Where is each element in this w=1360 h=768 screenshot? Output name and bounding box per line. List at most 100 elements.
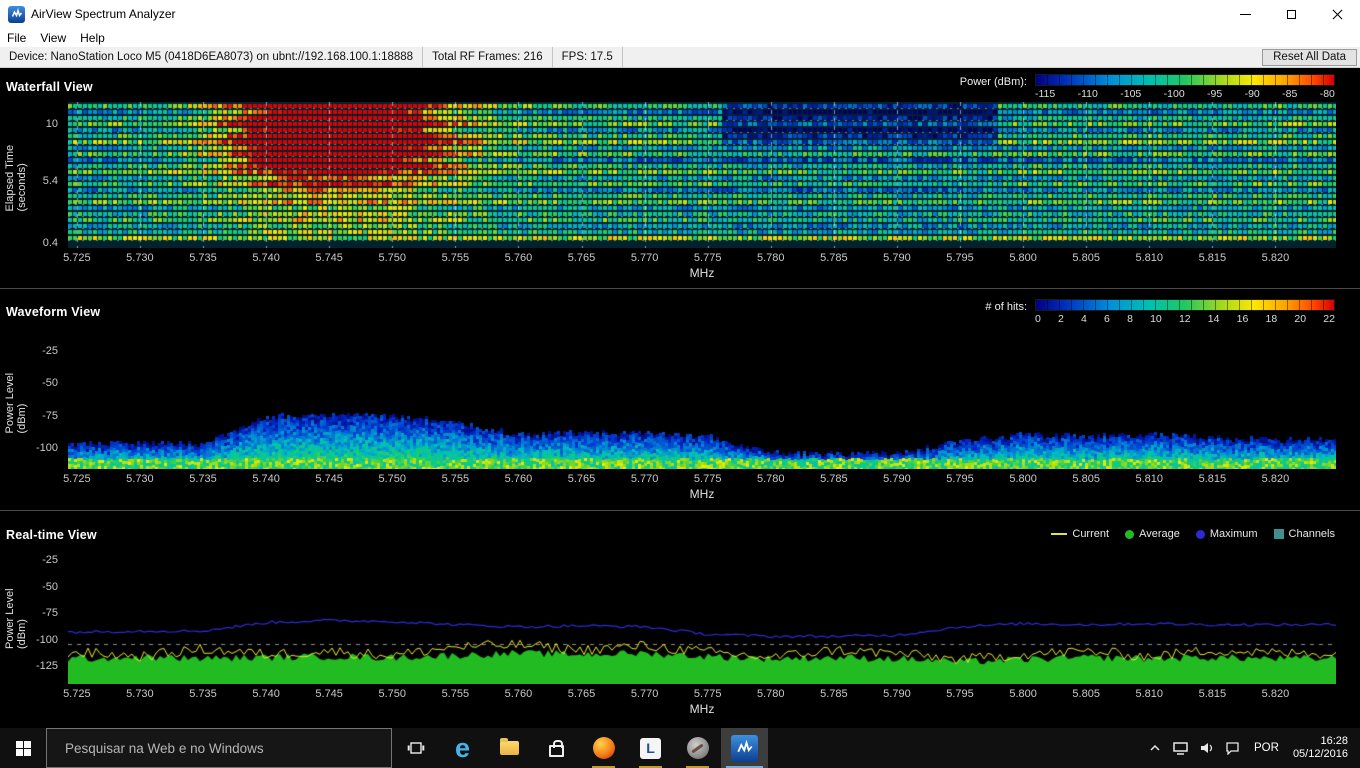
waterfall-panel: Waterfall View Power (dBm): -115-110-105…	[0, 68, 1360, 288]
power-tick: -90	[1245, 88, 1260, 100]
menu-view[interactable]: View	[33, 31, 73, 45]
freq-tick: 5.735	[189, 473, 217, 485]
edge-browser-button[interactable]: e	[439, 728, 486, 768]
freq-tick: 5.790	[883, 688, 911, 700]
freq-tick: 5.800	[1009, 473, 1037, 485]
hits-tick: 22	[1323, 313, 1335, 325]
task-view-button[interactable]	[392, 728, 439, 768]
toolbar: Device: NanoStation Loco M5 (0418D6EA807…	[0, 47, 1360, 68]
store-bag-icon	[549, 745, 564, 757]
menu-file[interactable]: File	[0, 31, 33, 45]
waterfall-title: Waterfall View	[6, 80, 93, 94]
y-tick: -25	[42, 554, 58, 566]
l-app-button[interactable]: L	[627, 728, 674, 768]
power-gradient-bar	[1035, 74, 1335, 86]
freq-tick: 5.805	[1072, 688, 1100, 700]
y-tick: -100	[36, 634, 58, 646]
letter-l-icon: L	[640, 738, 661, 759]
minimize-button[interactable]	[1222, 0, 1268, 28]
notification-bubble-icon	[1226, 742, 1240, 755]
power-tick: -85	[1282, 88, 1297, 100]
realtime-panel: Real-time View CurrentAverageMaximumChan…	[0, 510, 1360, 728]
maximize-icon	[1287, 10, 1296, 19]
freq-tick: 5.810	[1136, 688, 1164, 700]
volume-tray-button[interactable]	[1194, 728, 1220, 768]
freq-tick: 5.750	[378, 252, 406, 264]
main-content: Waterfall View Power (dBm): -115-110-105…	[0, 68, 1360, 728]
power-tick: -95	[1207, 88, 1222, 100]
freq-tick: 5.780	[757, 473, 785, 485]
freq-tick: 5.755	[442, 688, 470, 700]
paint-app-icon	[687, 737, 709, 759]
windows-logo-icon	[16, 741, 31, 756]
hits-tick: 8	[1127, 313, 1133, 325]
freq-tick: 5.795	[946, 473, 974, 485]
freq-tick: 5.740	[252, 473, 280, 485]
freq-tick: 5.725	[63, 473, 91, 485]
language-indicator[interactable]: POR	[1246, 742, 1287, 754]
start-button[interactable]	[0, 728, 46, 768]
freq-tick: 5.765	[568, 473, 596, 485]
freq-tick: 5.765	[568, 688, 596, 700]
realtime-title: Real-time View	[6, 528, 97, 542]
hits-tick: 14	[1208, 313, 1220, 325]
paint-app-button[interactable]	[674, 728, 721, 768]
freq-tick: 5.785	[820, 688, 848, 700]
airview-taskbar-button[interactable]	[721, 728, 768, 768]
legend-swatch-current	[1051, 533, 1067, 535]
tray-expand-button[interactable]	[1142, 728, 1168, 768]
freq-tick: 5.820	[1262, 473, 1290, 485]
hits-tick: 10	[1150, 313, 1162, 325]
menubar: FileViewHelp	[0, 28, 1360, 47]
close-button[interactable]	[1314, 0, 1360, 28]
freq-tick: 5.770	[631, 473, 659, 485]
chevron-up-icon	[1149, 743, 1161, 753]
file-explorer-button[interactable]	[486, 728, 533, 768]
store-button[interactable]	[533, 728, 580, 768]
power-colorbar-ticks: -115-110-105-100-95-90-85-80	[1035, 88, 1335, 100]
power-tick: -115	[1035, 88, 1055, 100]
network-tray-button[interactable]	[1168, 728, 1194, 768]
orange-ball-app-button[interactable]	[580, 728, 627, 768]
legend-maximum: Maximum	[1196, 528, 1258, 540]
freq-tick: 5.740	[252, 252, 280, 264]
freq-tick: 5.800	[1009, 688, 1037, 700]
titlebar: AirView Spectrum Analyzer	[0, 0, 1360, 28]
freq-tick: 5.760	[505, 688, 533, 700]
action-center-button[interactable]	[1220, 728, 1246, 768]
system-tray: POR 16:28 05/12/2016	[1142, 728, 1360, 768]
freq-tick: 5.810	[1136, 252, 1164, 264]
taskbar-search[interactable]	[46, 728, 392, 768]
reset-all-data-button[interactable]: Reset All Data	[1262, 49, 1357, 66]
window-title: AirView Spectrum Analyzer	[31, 7, 176, 21]
hits-tick: 12	[1179, 313, 1191, 325]
freq-tick: 5.725	[63, 688, 91, 700]
freq-tick: 5.780	[757, 688, 785, 700]
waterfall-plot-area: Elapsed Time (seconds) 105.40.4	[0, 102, 1360, 248]
menu-help[interactable]: Help	[73, 31, 112, 45]
power-tick: -105	[1120, 88, 1141, 100]
freq-tick: 5.775	[694, 252, 722, 264]
waveform-panel: Waveform View # of hits: 024681012141618…	[0, 288, 1360, 510]
maximize-button[interactable]	[1268, 0, 1314, 28]
waveform-title: Waveform View	[6, 305, 100, 319]
legend-label: Average	[1139, 528, 1180, 540]
minimize-icon	[1240, 14, 1251, 15]
waveform-x-ticks: 5.7255.7305.7355.7405.7455.7505.7555.760…	[68, 469, 1336, 487]
freq-tick: 5.730	[126, 688, 154, 700]
taskbar-clock[interactable]: 16:28 05/12/2016	[1287, 735, 1360, 761]
y-tick: 5.4	[43, 175, 58, 187]
task-view-icon	[407, 741, 425, 755]
y-tick: -50	[42, 377, 58, 389]
clock-date: 05/12/2016	[1293, 748, 1348, 761]
waveform-canvas	[68, 327, 1336, 469]
freq-tick: 5.785	[820, 473, 848, 485]
clock-time: 16:28	[1293, 735, 1348, 748]
y-tick: 10	[46, 118, 58, 130]
search-input[interactable]	[63, 740, 391, 757]
legend-current: Current	[1051, 528, 1109, 540]
freq-tick: 5.735	[189, 688, 217, 700]
airview-icon	[8, 6, 25, 23]
orange-ball-icon	[593, 737, 615, 759]
waterfall-y-ticks: 105.40.4	[0, 102, 64, 248]
